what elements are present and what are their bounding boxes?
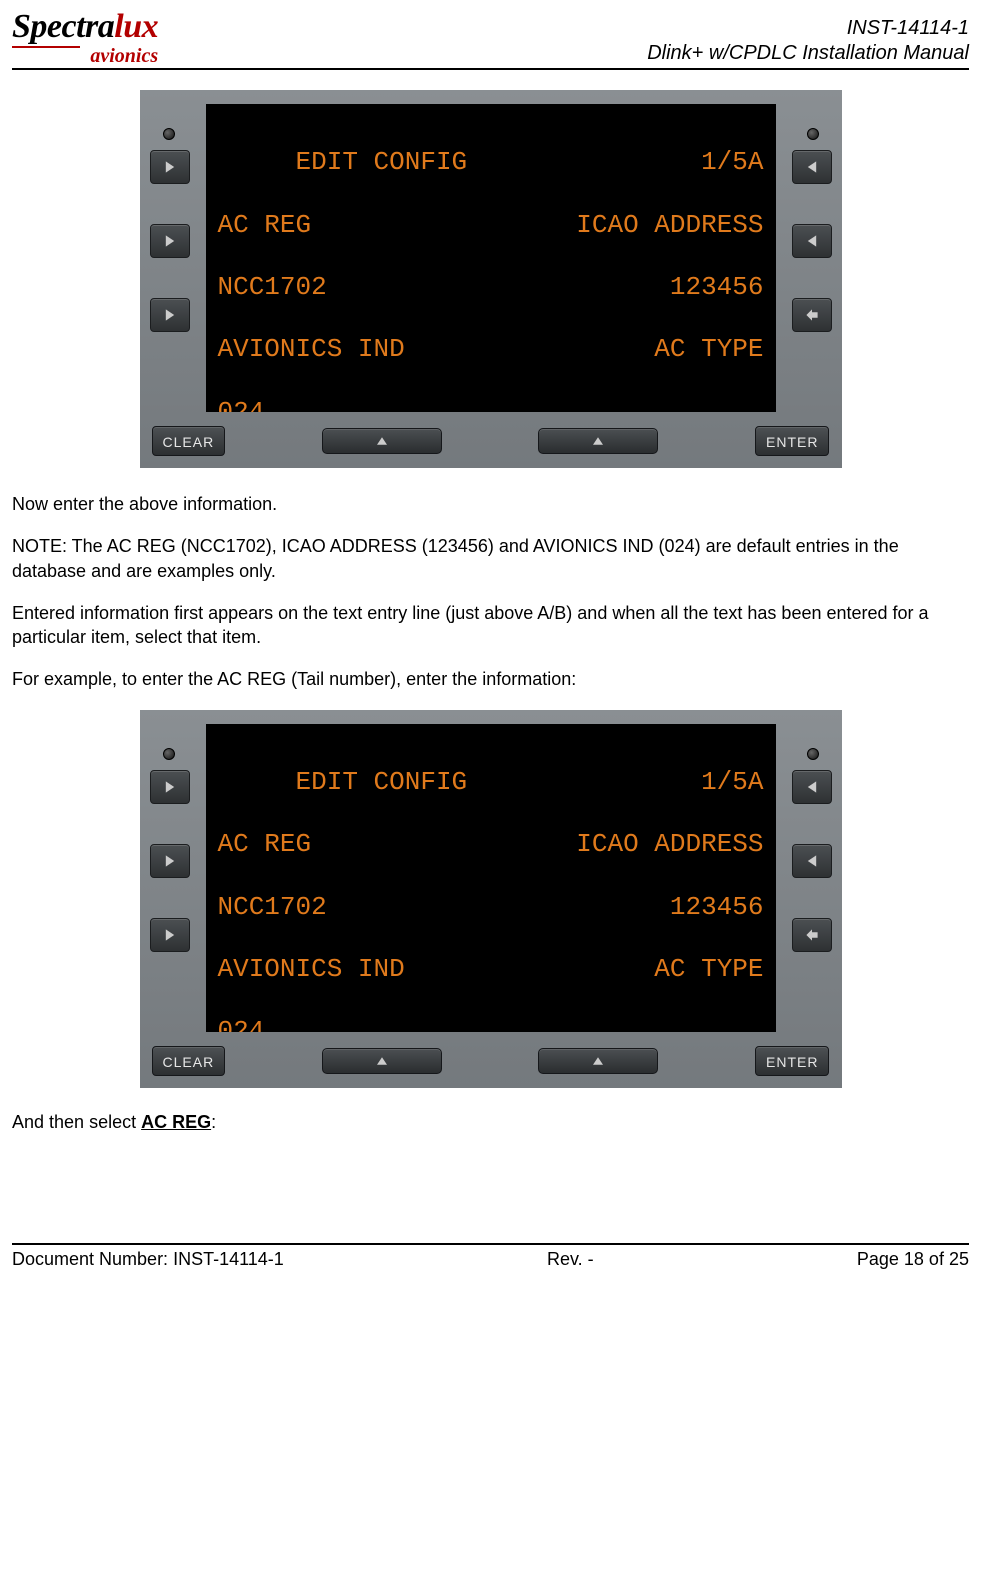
body-text: Now enter the above information. NOTE: T… (12, 492, 969, 692)
right-key-column (786, 724, 832, 1032)
doc-id: INST-14114-1 (647, 16, 969, 41)
lsk-l1[interactable] (150, 770, 190, 804)
paragraph-select: And then select AC REG: (12, 1112, 969, 1133)
lsk-l3[interactable] (150, 918, 190, 952)
footer-right: Page 18 of 25 (857, 1249, 969, 1270)
value-avionics: 024 (218, 1016, 265, 1031)
label-avionics: AVIONICS IND (218, 954, 405, 985)
footer-left: Document Number: INST-14114-1 (12, 1249, 284, 1270)
lsk-r1[interactable] (792, 770, 832, 804)
lsk-r1[interactable] (792, 150, 832, 184)
value-avionics: 024 (218, 397, 265, 412)
lsk-l2[interactable] (150, 844, 190, 878)
label-icao: ICAO ADDRESS (576, 829, 763, 860)
lsk-l1[interactable] (150, 150, 190, 184)
logo-text-main: Spectra (12, 8, 114, 45)
logo: Spectralux avionics (12, 10, 158, 66)
rocker-right[interactable] (538, 1048, 658, 1074)
status-led-right (807, 128, 819, 140)
clear-button[interactable]: CLEAR (152, 426, 226, 456)
rocker-left[interactable] (322, 1048, 442, 1074)
paragraph-3: Entered information first appears on the… (12, 601, 969, 650)
lsk-l3[interactable] (150, 298, 190, 332)
right-key-column (786, 104, 832, 412)
logo-subtext: avionics (12, 46, 158, 66)
value-ac-reg: NCC1702 (218, 892, 327, 923)
rocker-right[interactable] (538, 428, 658, 454)
doc-subtitle: Dlink+ w/CPDLC Installation Manual (647, 41, 969, 66)
clear-button[interactable]: CLEAR (152, 1046, 226, 1076)
footer-docnum: INST-14114-1 (173, 1249, 284, 1269)
rocker-left[interactable] (322, 428, 442, 454)
value-icao: 123456 (670, 892, 764, 923)
mcdu-device: EDIT CONFIG 1/5A AC REG ICAO ADDRESS NCC17… (140, 90, 842, 468)
lsk-r2[interactable] (792, 844, 832, 878)
label-ac-reg: AC REG (218, 210, 312, 241)
screen-title: EDIT CONFIG (296, 767, 468, 797)
status-led-left (163, 748, 175, 760)
screen-page: 1/5A (701, 147, 763, 178)
screen-title: EDIT CONFIG (296, 147, 468, 177)
text-fragment: And then select (12, 1112, 141, 1132)
label-icao: ICAO ADDRESS (576, 210, 763, 241)
left-key-column (150, 104, 196, 412)
text-acreg-bold: AC REG (141, 1112, 211, 1132)
value-ac-reg: NCC1702 (218, 272, 327, 303)
paragraph-4: For example, to enter the AC REG (Tail n… (12, 667, 969, 691)
lsk-r3[interactable] (792, 918, 832, 952)
logo-text-lux: lux (114, 8, 158, 45)
mcdu-screen: EDIT CONFIG 1/5A AC REG ICAO ADDRESS NCC17… (206, 724, 776, 1032)
page-header: Spectralux avionics INST-14114-1 Dlink+ … (12, 10, 969, 70)
lsk-r2[interactable] (792, 224, 832, 258)
footer-center: Rev. - (547, 1249, 594, 1270)
page-footer: Document Number: INST-14114-1 Rev. - Pag… (12, 1243, 969, 1270)
screen-page: 1/5A (701, 767, 763, 798)
status-led-right (807, 748, 819, 760)
footer-label: Document Number: (12, 1249, 173, 1269)
status-led-left (163, 128, 175, 140)
lsk-r3[interactable] (792, 298, 832, 332)
left-key-column (150, 724, 196, 1032)
label-avionics: AVIONICS IND (218, 334, 405, 365)
label-actype: AC TYPE (654, 954, 763, 985)
mcdu-device-2: EDIT CONFIG 1/5A AC REG ICAO ADDRESS NCC17… (140, 710, 842, 1088)
enter-button[interactable]: ENTER (755, 1046, 829, 1076)
mcdu-screen: EDIT CONFIG 1/5A AC REG ICAO ADDRESS NCC17… (206, 104, 776, 412)
lsk-l2[interactable] (150, 224, 190, 258)
label-ac-reg: AC REG (218, 829, 312, 860)
paragraph-1: Now enter the above information. (12, 492, 969, 516)
text-fragment: : (211, 1112, 216, 1132)
paragraph-note: NOTE: The AC REG (NCC1702), ICAO ADDRESS… (12, 534, 969, 583)
label-actype: AC TYPE (654, 334, 763, 365)
header-right: INST-14114-1 Dlink+ w/CPDLC Installation… (647, 16, 969, 66)
value-icao: 123456 (670, 272, 764, 303)
enter-button[interactable]: ENTER (755, 426, 829, 456)
